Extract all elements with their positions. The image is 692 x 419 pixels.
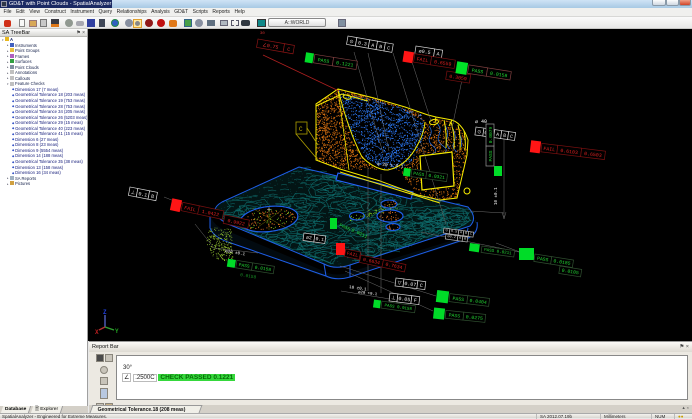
svg-text:⊙: ⊙ bbox=[477, 129, 482, 136]
svg-text:0.0079: 0.0079 bbox=[488, 126, 494, 143]
svg-text:⊥: ⊥ bbox=[391, 295, 396, 301]
svg-text:30: 30 bbox=[260, 32, 265, 36]
svg-text:10 ±0.1: 10 ±0.1 bbox=[495, 187, 499, 205]
svg-text:X: X bbox=[95, 329, 99, 336]
svg-text:Z: Z bbox=[103, 309, 107, 316]
svg-text:Y: Y bbox=[115, 328, 119, 335]
svg-text:PASS: PASS bbox=[448, 312, 460, 319]
svg-text:0.0158: 0.0158 bbox=[240, 272, 257, 281]
svg-text:C: C bbox=[299, 126, 303, 133]
svg-text:PASS: PASS bbox=[488, 150, 494, 161]
svg-text:⌀ 40: ⌀ 40 bbox=[475, 119, 487, 125]
svg-text:⌀2: ⌀2 bbox=[306, 235, 313, 242]
svg-text:0.1: 0.1 bbox=[315, 236, 325, 243]
